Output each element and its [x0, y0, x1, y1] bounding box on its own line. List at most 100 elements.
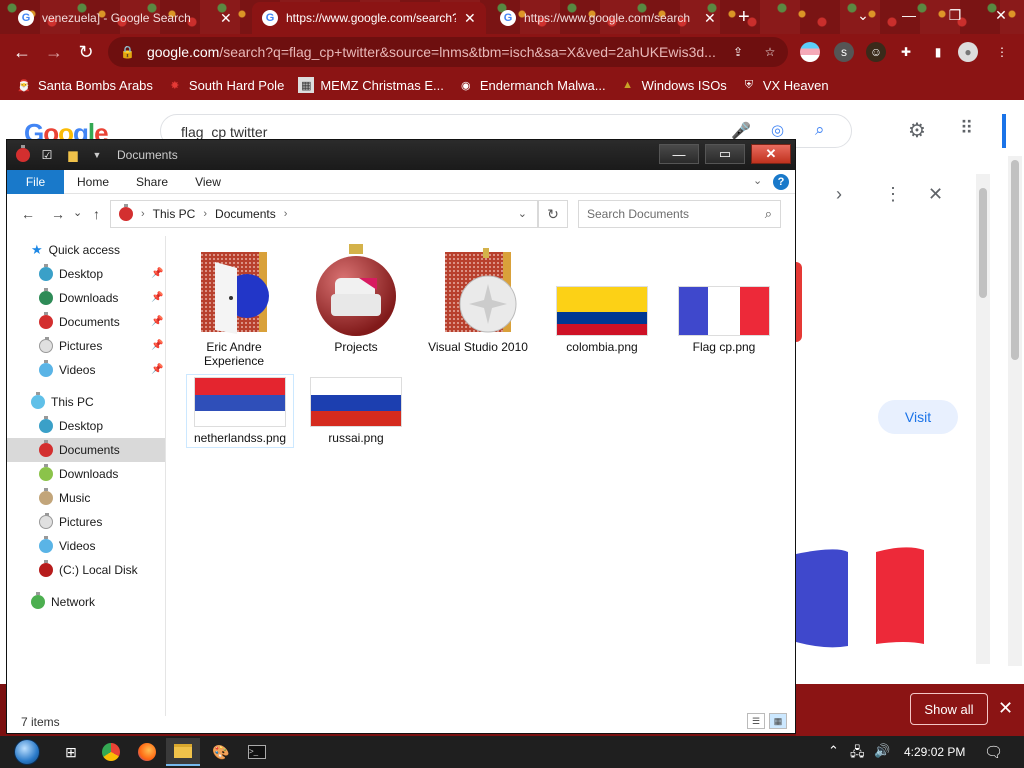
clock[interactable]: 4:29:02 PM [904, 745, 965, 759]
tab-view[interactable]: View [189, 170, 227, 194]
notifications-icon[interactable]: 🗨 [984, 743, 1003, 761]
breadcrumb-this-pc[interactable]: This PC [153, 207, 196, 221]
menu-dots-icon[interactable]: ⋮ [992, 42, 1012, 62]
restore-button[interactable]: ❐ [932, 0, 978, 30]
close-icon[interactable]: ✕ [998, 698, 1013, 719]
extension-icon[interactable] [800, 42, 820, 62]
bookmark-item[interactable]: ⛨ VX Heaven [741, 77, 829, 93]
file-item[interactable]: russai.png [301, 377, 411, 445]
expand-ribbon-icon[interactable]: ⌄ [753, 174, 762, 187]
page-scrollbar[interactable] [1008, 156, 1022, 666]
preview-scrollbar[interactable] [976, 174, 990, 664]
bookmark-item[interactable]: 🎅 Santa Bombs Arabs [16, 77, 153, 93]
browser-tab-3[interactable]: G https://www.google.com/search ✕ [490, 2, 726, 34]
minimize-button[interactable]: — [659, 144, 699, 164]
close-window-button[interactable]: ✕ [978, 0, 1024, 30]
chevron-up-icon[interactable]: ⌃ [828, 743, 839, 759]
start-button[interactable] [10, 736, 44, 768]
tab-search-icon[interactable]: ⌄ [840, 0, 886, 30]
nav-pc-local-disk[interactable]: (C:) Local Disk [39, 558, 138, 582]
address-bar[interactable]: 🔒 google.com/search?q=flag_cp+twitter&so… [108, 37, 788, 67]
chevron-down-icon[interactable]: ⌄ [518, 207, 527, 220]
cmd-icon[interactable]: >_ [240, 738, 274, 766]
minimize-button[interactable]: — [886, 0, 932, 30]
close-preview-icon[interactable]: ✕ [928, 184, 943, 205]
bookmark-item[interactable]: ◉ Endermanch Malwa... [458, 77, 606, 93]
nav-pc-desktop[interactable]: Desktop [39, 414, 103, 438]
back-icon[interactable]: ← [10, 40, 34, 64]
up-icon[interactable]: ↑ [93, 206, 100, 222]
search-icon[interactable]: ⌕ [815, 120, 825, 140]
network-icon[interactable]: 🖧 [850, 743, 865, 765]
next-arrow-icon[interactable]: › [836, 184, 842, 205]
chrome-icon[interactable] [94, 738, 128, 766]
nav-pc-music[interactable]: Music [39, 486, 90, 510]
lens-icon[interactable]: ◎ [771, 121, 784, 139]
paint-icon[interactable]: 🎨 [204, 738, 238, 766]
chevron-down-icon[interactable]: ⌄ [73, 206, 82, 219]
task-view-icon[interactable]: ⊞ [54, 738, 88, 766]
file-item[interactable]: Flag cp.png [669, 286, 779, 354]
close-button[interactable]: ✕ [751, 144, 791, 164]
france-flag-image[interactable] [796, 546, 924, 650]
explorer-title-bar[interactable]: ☑ ▆ ▼ Documents — ▭ ✕ [7, 140, 795, 170]
bookmark-star-icon[interactable]: ☆ [760, 42, 780, 62]
browser-tab-1[interactable]: G venezuela] - Google Search ✕ [8, 2, 242, 34]
forward-icon[interactable]: → [42, 40, 66, 64]
profile-icon[interactable]: ● [958, 42, 978, 62]
breadcrumb-documents[interactable]: Documents [215, 207, 276, 221]
file-item[interactable]: Visual Studio 2010 [423, 246, 533, 354]
share-icon[interactable]: ⇪ [728, 42, 748, 62]
close-icon[interactable]: ✕ [220, 10, 232, 27]
search-input[interactable]: Search Documents ⌕ [578, 200, 781, 228]
settings-gear-icon[interactable]: ⚙ [908, 118, 926, 143]
file-item[interactable]: Eric Andre Experience [179, 246, 289, 368]
nav-quick-downloads[interactable]: Downloads [39, 286, 118, 310]
nav-quick-documents[interactable]: Documents [39, 310, 120, 334]
back-icon[interactable]: ← [21, 206, 35, 222]
reload-icon[interactable]: ↻ [74, 40, 98, 64]
nav-pc-documents[interactable]: Documents [7, 438, 165, 462]
pane-divider[interactable] [165, 236, 166, 716]
close-icon[interactable]: ✕ [464, 10, 476, 27]
file-explorer-icon[interactable] [166, 738, 200, 766]
maximize-button[interactable]: ▭ [705, 144, 745, 164]
side-panel-icon[interactable]: ▮ [928, 42, 948, 62]
forward-icon[interactable]: → [51, 206, 65, 222]
chevron-down-icon[interactable]: ▼ [89, 147, 105, 163]
apps-grid-icon[interactable]: ⠿ [960, 118, 973, 139]
bookmark-item[interactable]: ▲ Windows ISOs [620, 77, 727, 93]
extension-s-icon[interactable]: s [834, 42, 854, 62]
large-icons-view-icon[interactable]: ▦ [769, 713, 787, 729]
close-icon[interactable]: ✕ [704, 10, 716, 27]
nav-quick-videos[interactable]: Videos [39, 358, 95, 382]
visit-button[interactable]: Visit [878, 400, 958, 434]
volume-icon[interactable]: 🔊 [874, 743, 890, 759]
nav-network[interactable]: Network [31, 590, 95, 614]
nav-quick-pictures[interactable]: Pictures [39, 334, 102, 358]
extension-avatar-icon[interactable]: ☺ [866, 42, 886, 62]
file-item[interactable]: Projects [301, 242, 411, 354]
nav-pc-videos[interactable]: Videos [39, 534, 95, 558]
file-item[interactable]: colombia.png [547, 286, 657, 354]
bookmark-item[interactable]: ✸ South Hard Pole [167, 77, 284, 93]
mic-icon[interactable]: 🎤 [731, 121, 751, 141]
puzzle-icon[interactable]: ✚ [896, 42, 916, 62]
firefox-icon[interactable] [130, 738, 164, 766]
file-item[interactable]: netherlandss.png [186, 374, 294, 448]
show-all-button[interactable]: Show all [910, 693, 988, 725]
tab-share[interactable]: Share [131, 170, 173, 194]
tab-home[interactable]: Home [71, 170, 115, 194]
tab-file[interactable]: File [7, 170, 64, 194]
nav-quick-access[interactable]: ★ Quick access [31, 238, 120, 262]
new-tab-button[interactable]: + [738, 6, 750, 29]
refresh-icon[interactable]: ↻ [538, 200, 568, 228]
details-view-icon[interactable]: ☰ [747, 713, 765, 729]
help-icon[interactable]: ? [773, 174, 789, 190]
nav-quick-desktop[interactable]: Desktop [39, 262, 103, 286]
nav-this-pc[interactable]: This PC [31, 390, 94, 414]
nav-pc-pictures[interactable]: Pictures [39, 510, 102, 534]
bookmark-item[interactable]: ▦ MEMZ Christmas E... [298, 77, 444, 93]
browser-tab-2[interactable]: G https://www.google.com/search? ✕ [252, 2, 486, 34]
more-options-icon[interactable]: ⋮ [884, 184, 902, 205]
